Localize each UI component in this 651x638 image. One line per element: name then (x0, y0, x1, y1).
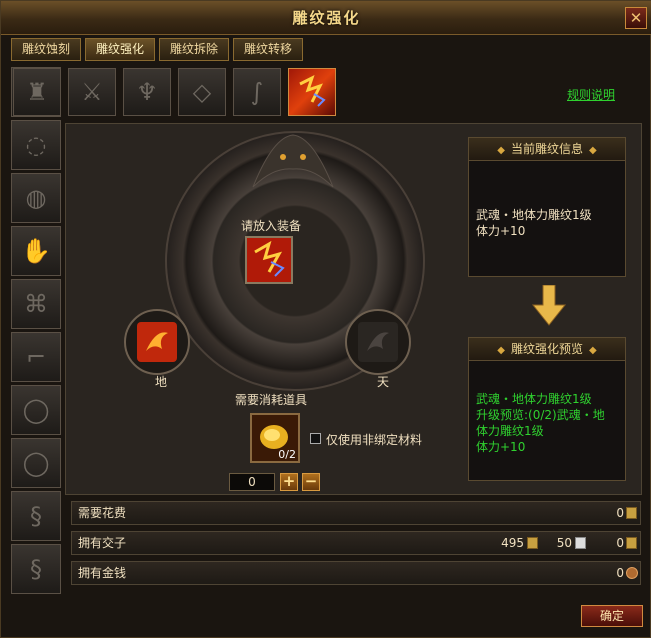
quantity-input[interactable]: 0 (229, 473, 275, 491)
preview-line-4: 体力+10 (476, 440, 526, 454)
material-count: 0/2 (278, 448, 296, 461)
non-bound-checkbox[interactable] (310, 433, 321, 444)
sword-icon: ⚔ (81, 78, 103, 106)
rules-link[interactable]: 规则说明 (567, 86, 615, 103)
glove-icon: ✋ (21, 237, 51, 265)
sky-label: 天 (377, 375, 390, 389)
sky-rune-icon (358, 322, 398, 362)
preview-line-3: 体力雕纹1级 (476, 424, 544, 438)
tab-remove[interactable]: 雕纹拆除 (159, 38, 229, 61)
bracelet-icon: ◌ (25, 131, 47, 159)
sky-slot[interactable] (345, 309, 411, 375)
diamond-icon: ◆ (589, 145, 597, 156)
belt-slot[interactable]: ⌘ (11, 279, 61, 329)
preview-line-1: 武魂・地体力雕纹1级 (476, 392, 592, 406)
belt-icon: ⌘ (24, 290, 48, 318)
jiaozi-icon (626, 507, 637, 519)
window-title: 雕纹强化 (292, 9, 361, 27)
tab-enhance[interactable]: 雕纹强化 (85, 38, 155, 61)
weapon-slot[interactable]: ⚔ (68, 68, 116, 116)
claw-icon: ∫ (250, 78, 264, 106)
carving-icon (247, 238, 291, 282)
close-button[interactable]: ✕ (625, 7, 647, 29)
money-row: 拥有金钱 0 (71, 561, 641, 585)
bracer-icon: ◍ (25, 184, 47, 212)
current-info-line-2: 体力+10 (476, 224, 526, 238)
carving-slot-selected[interactable] (288, 68, 336, 116)
equipment-input-slot[interactable] (245, 236, 293, 284)
necklace-slot[interactable]: ◇ (178, 68, 226, 116)
carving-icon (299, 75, 326, 107)
diamond-icon: ◆ (497, 345, 505, 356)
scroll-icon: § (30, 502, 42, 530)
coin-icon (626, 567, 638, 579)
helmet-slot-top[interactable]: ♜ (13, 68, 61, 116)
minus-button[interactable]: − (302, 473, 320, 491)
ring-icon: ◯ (22, 396, 50, 424)
preview-title: 雕纹强化预览 (510, 342, 583, 356)
cost-label: 需要花费 (78, 506, 127, 520)
engraving-enhance-window: 雕纹强化 ✕ 雕纹蚀刻 雕纹强化 雕纹拆除 雕纹转移 ♜ ◌ ◍ ✋ ⌘ ⌐ ◯… (0, 0, 651, 638)
material-slot[interactable]: 0/2 (250, 413, 300, 463)
armor-slot[interactable]: ♆ (123, 68, 171, 116)
non-bound-label: 仅使用非绑定材料 (326, 433, 423, 447)
jiaozi-other-value: 0 (616, 536, 624, 550)
money-label: 拥有金钱 (78, 566, 127, 580)
silver-jiaozi-icon (575, 537, 586, 549)
jiaozi-silver-value: 50 (556, 536, 572, 550)
earth-label: 地 (155, 375, 168, 389)
scroll-slot-1[interactable]: § (11, 491, 61, 541)
boot-icon: ⌐ (25, 343, 47, 371)
claw-slot[interactable]: ∫ (233, 68, 281, 116)
place-equipment-label: 请放入装备 (241, 219, 302, 233)
consume-label: 需要消耗道具 (235, 393, 308, 407)
tab-transfer[interactable]: 雕纹转移 (233, 38, 303, 61)
ring-icon: ◯ (22, 449, 50, 477)
scroll-slot-2[interactable]: § (11, 544, 61, 594)
helmet-icon: ♜ (26, 78, 48, 106)
earth-rune-icon (137, 322, 177, 362)
armor-icon: ♆ (136, 78, 158, 106)
current-info-title: 当前雕纹信息 (510, 142, 583, 156)
tab-etch[interactable]: 雕纹蚀刻 (11, 38, 81, 61)
ring-slot-2[interactable]: ◯ (11, 438, 61, 488)
ring-slot-1[interactable]: ◯ (11, 385, 61, 435)
necklace-icon: ◇ (192, 78, 212, 106)
plus-button[interactable]: + (280, 473, 298, 491)
bracelet-slot[interactable]: ◌ (11, 120, 61, 170)
jiaozi-label: 拥有交子 (78, 536, 127, 550)
scroll-icon: § (30, 555, 42, 583)
down-arrow-icon (531, 285, 567, 326)
preview-line-2: 升级预览:(0/2)武魂・地 (476, 408, 605, 422)
money-value: 0 (616, 566, 624, 580)
gold-jiaozi-icon (527, 537, 538, 549)
preview-header: ◆ 雕纹强化预览 ◆ (469, 338, 625, 361)
confirm-button[interactable]: 确定 (581, 605, 643, 627)
cost-row: 需要花费 0 (71, 501, 641, 525)
glove-slot[interactable]: ✋ (11, 226, 61, 276)
bracer-slot[interactable]: ◍ (11, 173, 61, 223)
dragon-head-ornament (252, 134, 334, 188)
boot-slot[interactable]: ⌐ (11, 332, 61, 382)
title-bar[interactable]: 雕纹强化 ✕ (1, 1, 651, 35)
jiaozi-gold-value: 495 (501, 536, 524, 550)
current-info-line-1: 武魂・地体力雕纹1级 (476, 208, 592, 222)
diamond-icon: ◆ (497, 145, 505, 156)
earth-slot[interactable] (124, 309, 190, 375)
jiaozi-row: 拥有交子 495 50 0 (71, 531, 641, 555)
jiaozi-icon (626, 537, 637, 549)
cost-value: 0 (616, 506, 624, 520)
diamond-icon: ◆ (589, 345, 597, 356)
current-info-header: ◆ 当前雕纹信息 ◆ (469, 138, 625, 161)
